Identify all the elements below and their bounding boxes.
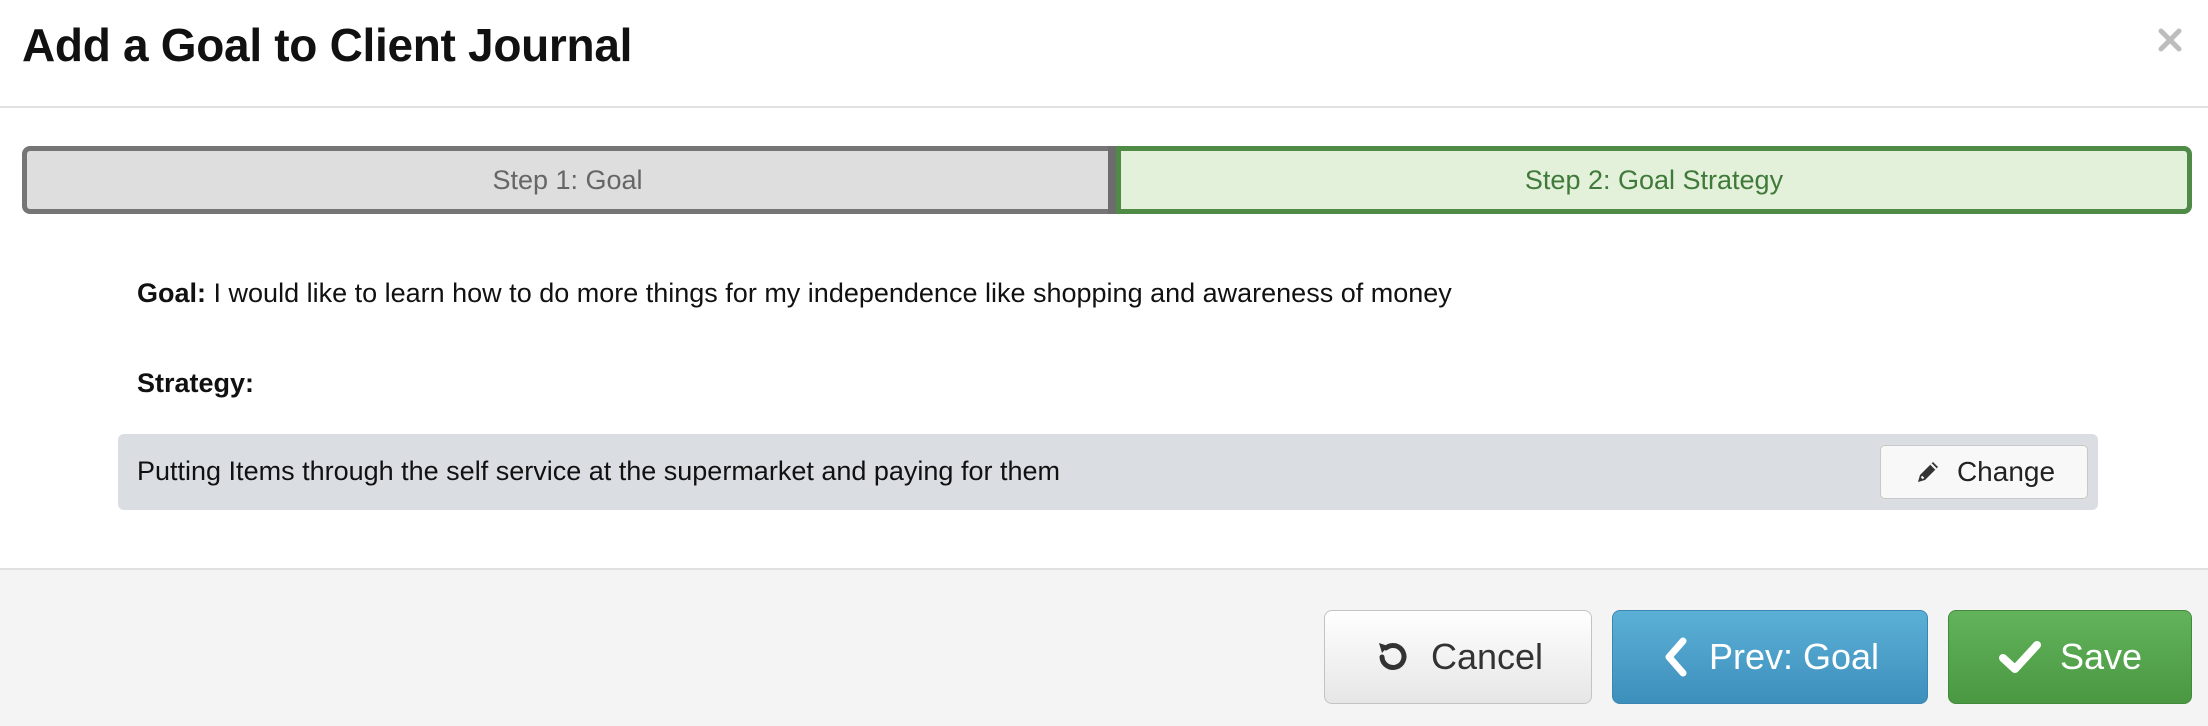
save-button[interactable]: Save [1948,610,2192,704]
add-goal-modal: Add a Goal to Client Journal Step 1: Goa… [0,0,2208,726]
cancel-button-label: Cancel [1430,636,1544,677]
undo-icon [1373,637,1413,677]
save-button-label: Save [2059,636,2143,677]
modal-footer: Cancel Prev: Goal Save [0,568,2208,726]
step-divider [1108,146,1116,214]
cancel-button[interactable]: Cancel [1324,610,1592,704]
step-progress: Step 1: Goal Step 2: Goal Strategy [22,146,2192,214]
chevron-left-icon [1661,637,1691,677]
prev-goal-button[interactable]: Prev: Goal [1612,610,1928,704]
modal-title: Add a Goal to Client Journal [22,19,633,71]
strategy-row: Putting Items through the self service a… [118,434,2098,510]
goal-summary: Goal: I would like to learn how to do mo… [137,278,1452,309]
strategy-text: Putting Items through the self service a… [137,456,1060,486]
strategy-label: Strategy: [137,368,255,398]
change-button-label: Change [1956,456,2056,487]
goal-label: Goal: [137,278,207,308]
change-strategy-button[interactable]: Change [1880,445,2088,499]
modal-header: Add a Goal to Client Journal [0,0,2208,108]
close-icon [2157,27,2183,53]
step-2-goal-strategy[interactable]: Step 2: Goal Strategy [1116,146,2192,214]
step-1-goal[interactable]: Step 1: Goal [22,146,1108,214]
pencil-icon [1913,457,1943,487]
checkmark-icon [1998,637,2042,677]
step-2-label: Step 2: Goal Strategy [1524,164,1784,195]
prev-button-label: Prev: Goal [1708,636,1880,677]
goal-text: I would like to learn how to do more thi… [213,278,1452,308]
step-1-label: Step 1: Goal [492,164,643,195]
close-button[interactable] [2148,18,2192,62]
